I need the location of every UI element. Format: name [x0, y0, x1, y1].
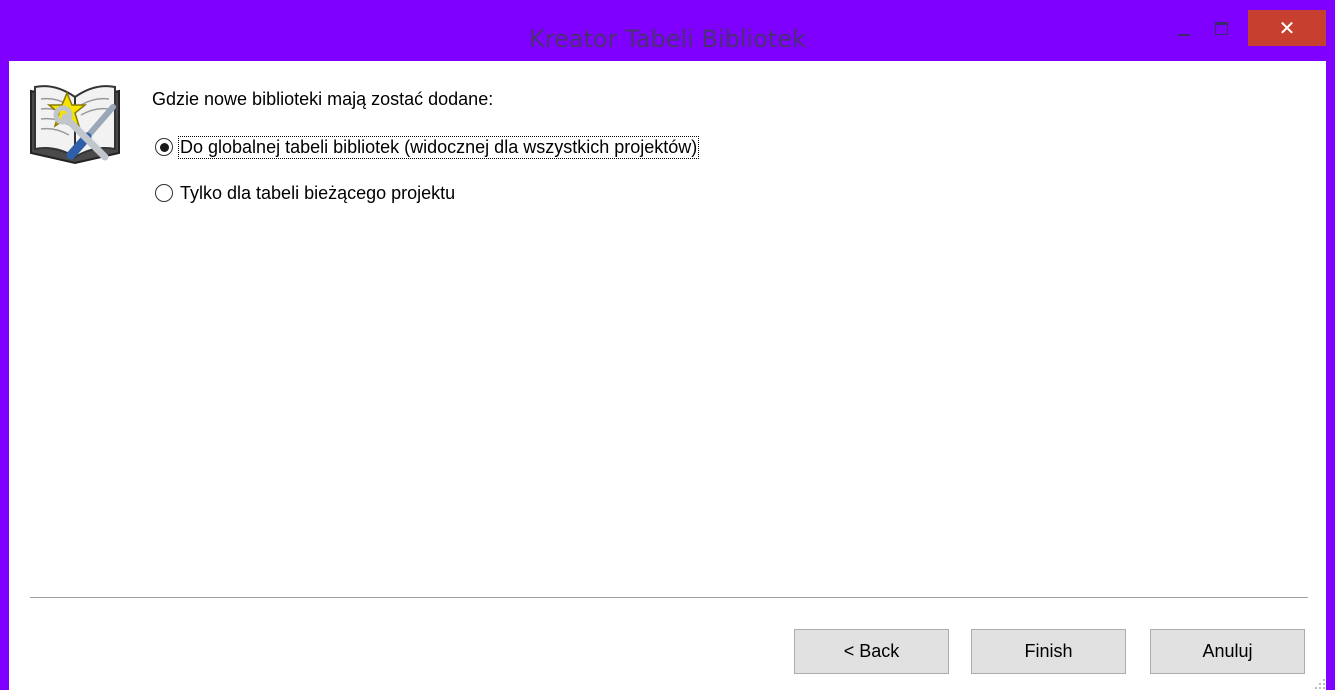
minimize-button[interactable]	[1170, 10, 1198, 46]
separator-line	[30, 597, 1308, 598]
radio-button-global[interactable]	[155, 138, 173, 156]
question-label: Gdzie nowe biblioteki mają zostać dodane…	[152, 89, 494, 109]
maximize-button[interactable]	[1207, 10, 1235, 46]
option-project-label[interactable]: Tylko dla tabeli bieżącego projektu	[179, 183, 456, 204]
resize-grip-icon[interactable]	[1314, 678, 1326, 690]
minimize-icon	[1178, 34, 1190, 36]
radio-selected-dot	[159, 142, 169, 152]
wizard-content: Gdzie nowe biblioteki mają zostać dodane…	[9, 61, 1326, 690]
close-button[interactable]: ✕	[1248, 10, 1326, 46]
window-title: Kreator Tabeli Bibliotek	[529, 25, 806, 53]
close-icon: ✕	[1278, 17, 1296, 40]
finish-button[interactable]: Finish	[971, 629, 1126, 674]
option-global-table[interactable]: Do globalnej tabeli bibliotek (widocznej…	[155, 135, 700, 159]
back-button[interactable]: < Back	[794, 629, 949, 674]
option-project-table[interactable]: Tylko dla tabeli bieżącego projektu	[155, 181, 456, 205]
wizard-window: Kreator Tabeli Bibliotek ✕ Gdzie nowe bi…	[0, 0, 1335, 690]
cancel-button[interactable]: Anuluj	[1150, 629, 1305, 674]
option-global-label[interactable]: Do globalnej tabeli bibliotek (widocznej…	[177, 135, 700, 159]
wizard-book-icon	[30, 85, 120, 165]
maximize-icon	[1214, 21, 1228, 35]
radio-button-project[interactable]	[155, 184, 173, 202]
title-bar[interactable]: Kreator Tabeli Bibliotek ✕	[0, 0, 1335, 61]
